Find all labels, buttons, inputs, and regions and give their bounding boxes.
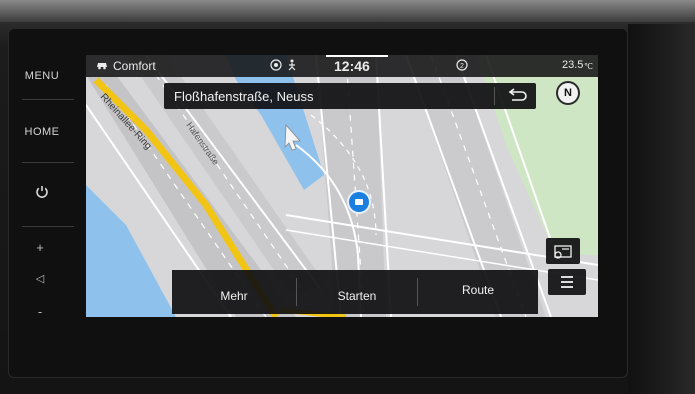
dashboard-top (0, 0, 695, 22)
pedestrian-icon (288, 59, 296, 71)
bottom-action-bar: Mehr Starten Route (172, 270, 538, 314)
phone-status-icon: 2 (456, 59, 468, 71)
hardware-separator (22, 99, 74, 100)
address-bar[interactable]: Floßhafenstraße, Neuss (164, 83, 536, 109)
clock: 12:46 (334, 58, 370, 74)
drive-mode-label: Comfort (113, 59, 156, 73)
home-hardware-button[interactable]: HOME (14, 126, 70, 138)
map-options-button[interactable] (546, 238, 580, 264)
active-indicator (326, 55, 388, 57)
car-icon (97, 63, 107, 70)
signal-icon (270, 59, 282, 71)
temperature-value: 23.5 (562, 59, 584, 71)
right-trim (628, 24, 695, 394)
hardware-separator (22, 162, 74, 163)
map-layers-icon (554, 245, 572, 259)
hardware-separator (22, 226, 74, 227)
temperature-unit: ℃ (584, 62, 593, 71)
volume-icon: ◁ (35, 273, 45, 285)
power-icon (36, 186, 48, 198)
return-arrow-icon (508, 88, 527, 101)
volume-up-button[interactable]: + (30, 240, 50, 255)
more-button[interactable]: Mehr (172, 270, 296, 314)
hamburger-icon (561, 276, 573, 288)
current-address: Floßhafenstraße, Neuss (174, 89, 314, 104)
start-button[interactable]: Starten (297, 270, 417, 314)
nav-menu-button[interactable] (548, 269, 586, 295)
compass-button[interactable]: N (558, 83, 578, 103)
status-bar: Comfort 12:46 2 23.5 ℃ (86, 55, 598, 77)
navigation-screen: Rheinallee-Ring Hafenstraße Comfort 12:4… (86, 55, 598, 317)
menu-hardware-button[interactable]: MENU (14, 70, 70, 82)
route-button[interactable]: Route (418, 270, 538, 314)
power-hardware-button[interactable] (14, 185, 70, 205)
volume-down-button[interactable]: - (30, 304, 50, 319)
vehicle-position-icon (349, 192, 369, 212)
svg-text:2: 2 (460, 63, 464, 70)
address-separator (494, 87, 495, 105)
back-button[interactable] (498, 83, 536, 109)
